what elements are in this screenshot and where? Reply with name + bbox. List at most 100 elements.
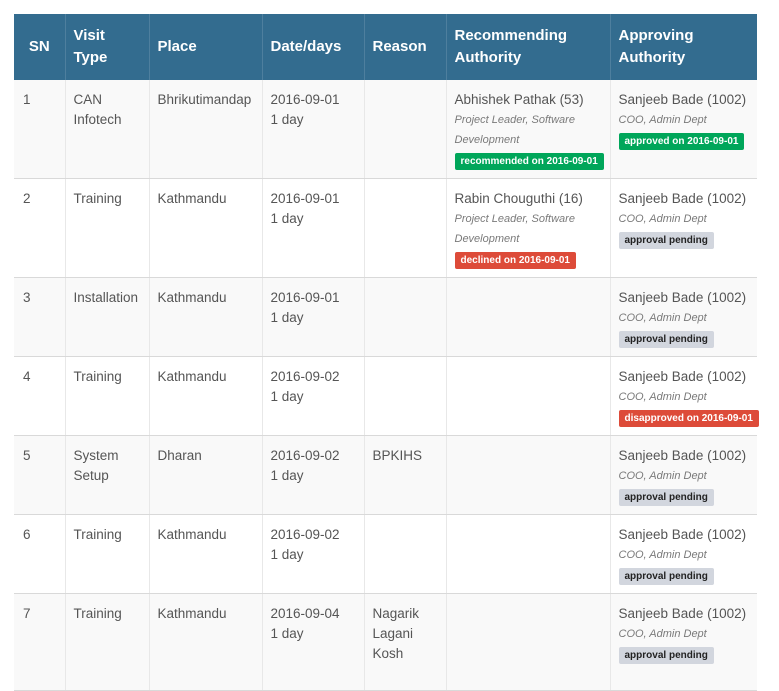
header-row: SN Visit Type Place Date/days Reason Rec… (14, 14, 757, 80)
visit-days: 1 day (270, 547, 304, 562)
cell-date-days: 2016-09-02 1 day (262, 514, 365, 594)
approving-status-badge: approval pending (618, 232, 714, 249)
cell-date-days: 2016-09-01 1 day (262, 277, 365, 357)
cell-place: Kathmandu (149, 593, 263, 691)
table-row: 4 Training Kathmandu 2016-09-02 1 day Sanjeeb… (14, 356, 759, 436)
visit-days: 1 day (270, 310, 304, 325)
cell-recommending-authority: Abhishek Pathak (53) Project Leader, Soft… (446, 80, 611, 179)
cell-sn: 2 (14, 178, 66, 278)
visit-date: 2016-09-02 (270, 369, 340, 384)
cell-approving-authority: Sanjeeb Bade (1002) COO, Admin Dept approv… (610, 277, 757, 357)
table-row: 2 Training Kathmandu 2016-09-01 1 day Rabin C… (14, 178, 757, 278)
cell-reason: Nagarik Lagani Kosh (364, 593, 447, 691)
approving-name: Sanjeeb Bade (1002) (618, 448, 747, 463)
cell-place: Dharan (149, 435, 263, 515)
cell-sn: 6 (14, 514, 66, 594)
table-row: 5 System Setup Dharan 2016-09-02 1 day BPKIHS… (14, 435, 757, 515)
recommending-status-badge: recommended on 2016-09-01 (454, 153, 604, 170)
cell-recommending-authority (446, 356, 611, 436)
cell-date-days: 2016-09-01 1 day (262, 80, 365, 179)
cell-sn: 4 (14, 356, 66, 436)
table-row: 7 Training Kathmandu 2016-09-04 1 day Nagarik… (14, 593, 757, 691)
cell-place: Kathmandu (149, 178, 263, 278)
table-row: 6 Training Kathmandu 2016-09-02 1 day Sanjeeb… (14, 514, 757, 594)
cell-place: Kathmandu (149, 356, 263, 436)
cell-visit-type: Training (65, 356, 150, 436)
approving-name: Sanjeeb Bade (1002) (618, 191, 747, 206)
approving-role: COO, Admin Dept (618, 213, 707, 225)
header-date-days: Date/days (262, 14, 365, 80)
recommending-role: Project Leader, Software Development (454, 213, 575, 245)
table-row: 1 CAN Infotech Bhrikutimandap 2016-09-01 1 d… (14, 80, 757, 179)
approving-role: COO, Admin Dept (618, 628, 707, 640)
header-recommending-authority: Recommending Authority (446, 14, 611, 80)
cell-approving-authority: Sanjeeb Bade (1002) COO, Admin Dept approv… (610, 435, 757, 515)
cell-place: Kathmandu (149, 514, 263, 594)
table-row: 3 Installation Kathmandu 2016-09-01 1 day San… (14, 277, 757, 357)
cell-place: Bhrikutimandap (149, 80, 263, 179)
approving-status-badge: approval pending (618, 647, 714, 664)
visit-date: 2016-09-04 (270, 606, 340, 621)
cell-visit-type: Training (65, 593, 150, 691)
cell-approving-authority: Sanjeeb Bade (1002) COO, Admin Dept disapp… (610, 356, 759, 436)
recommending-status-badge: declined on 2016-09-01 (454, 252, 576, 269)
cell-approving-authority: Sanjeeb Bade (1002) COO, Admin Dept approv… (610, 178, 757, 278)
cell-reason (364, 356, 447, 436)
visit-days: 1 day (270, 389, 304, 404)
table-body: 1 CAN Infotech Bhrikutimandap 2016-09-01 1 d… (14, 80, 759, 691)
approving-name: Sanjeeb Bade (1002) (618, 606, 747, 621)
table-header: SN Visit Type Place Date/days Reason Rec… (14, 14, 757, 80)
approving-role: COO, Admin Dept (618, 312, 707, 324)
recommending-name: Rabin Chouguthi (16) (454, 191, 583, 206)
header-approving-authority: Approving Authority (618, 27, 694, 66)
cell-reason (364, 178, 447, 278)
cell-place: Kathmandu (149, 277, 263, 357)
approving-name: Sanjeeb Bade (1002) (618, 369, 747, 384)
visit-days: 1 day (270, 626, 304, 641)
cell-sn: 1 (14, 80, 66, 179)
cell-recommending-authority (446, 277, 611, 357)
visit-days: 1 day (270, 468, 304, 483)
cell-date-days: 2016-09-04 1 day (262, 593, 365, 691)
visits-table: SN Visit Type Place Date/days Reason Rec… (14, 14, 759, 691)
cell-reason: BPKIHS (364, 435, 447, 515)
cell-reason (364, 514, 447, 594)
header-visit-type: Visit Type (65, 14, 150, 80)
cell-sn: 3 (14, 277, 66, 357)
approving-status-badge: approval pending (618, 568, 714, 585)
cell-reason (364, 277, 447, 357)
approving-name: Sanjeeb Bade (1002) (618, 92, 747, 107)
cell-date-days: 2016-09-02 1 day (262, 356, 365, 436)
visit-days: 1 day (270, 112, 304, 127)
approving-status-badge: disapproved on 2016-09-01 (618, 410, 759, 427)
visits-table-container: SN Visit Type Place Date/days Reason Rec… (14, 14, 759, 691)
visit-date: 2016-09-02 (270, 448, 340, 463)
approving-name: Sanjeeb Bade (1002) (618, 290, 747, 305)
cell-visit-type: System Setup (65, 435, 150, 515)
approving-status-badge: approval pending (618, 331, 714, 348)
cell-approving-authority: Sanjeeb Bade (1002) COO, Admin Dept approv… (610, 80, 757, 179)
cell-approving-authority: Sanjeeb Bade (1002) COO, Admin Dept approv… (610, 514, 757, 594)
approving-role: COO, Admin Dept (618, 470, 707, 482)
cell-visit-type: Installation (65, 277, 150, 357)
approving-role: COO, Admin Dept (618, 549, 707, 561)
approving-name: Sanjeeb Bade (1002) (618, 527, 747, 542)
header-sn: SN (14, 14, 66, 80)
cell-recommending-authority (446, 593, 611, 691)
cell-reason (364, 80, 447, 179)
cell-visit-type: Training (65, 178, 150, 278)
visit-date: 2016-09-01 (270, 290, 340, 305)
approving-role: COO, Admin Dept (618, 114, 707, 126)
cell-date-days: 2016-09-02 1 day (262, 435, 365, 515)
cell-sn: 7 (14, 593, 66, 691)
cell-date-days: 2016-09-01 1 day (262, 178, 365, 278)
cell-recommending-authority (446, 514, 611, 594)
visit-days: 1 day (270, 211, 304, 226)
cell-sn: 5 (14, 435, 66, 515)
recommending-name: Abhishek Pathak (53) (454, 92, 584, 107)
visit-date: 2016-09-01 (270, 92, 340, 107)
header-reason: Reason (364, 14, 447, 80)
visit-date: 2016-09-02 (270, 527, 340, 542)
approving-status-badge: approval pending (618, 489, 714, 506)
header-place: Place (149, 14, 263, 80)
